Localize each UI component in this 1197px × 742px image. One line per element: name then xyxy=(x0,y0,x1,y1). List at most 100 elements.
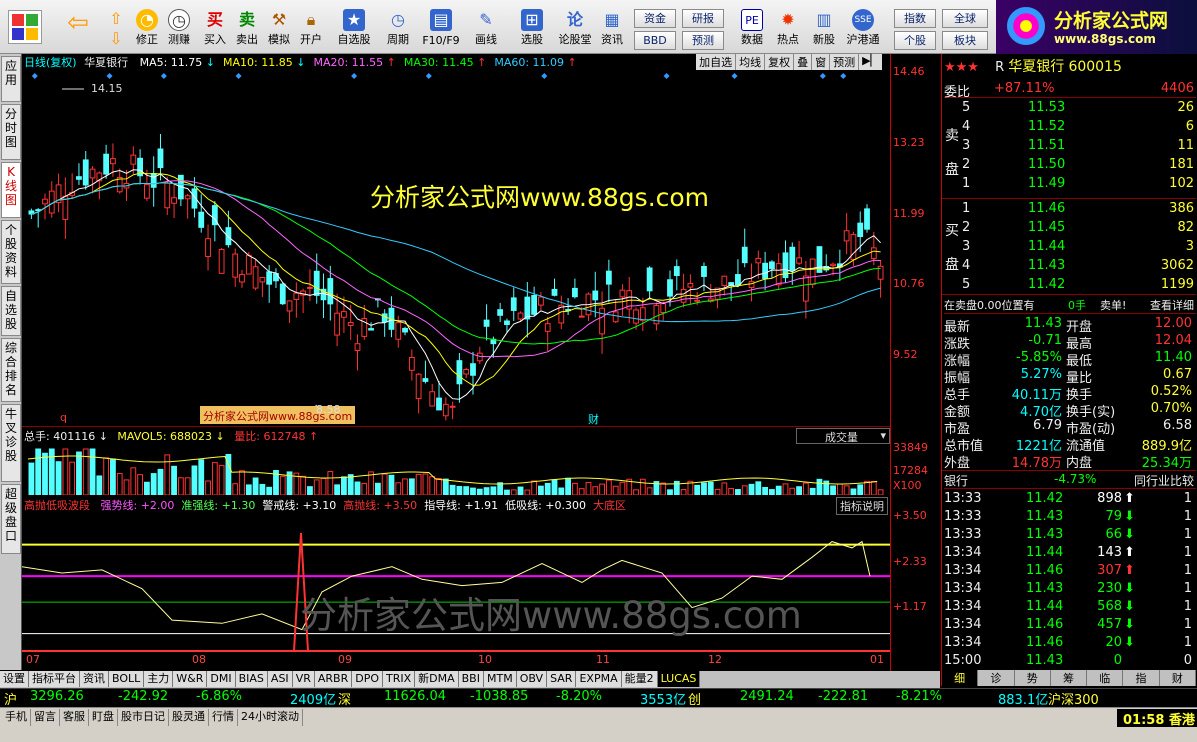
indicator-tab[interactable]: 指标平台 xyxy=(29,671,80,687)
sell-button[interactable]: 卖卖出 xyxy=(232,4,262,50)
candle-body xyxy=(110,158,116,165)
indicator-tab[interactable]: SAR xyxy=(547,671,577,687)
indicator-tab[interactable]: BIAS xyxy=(235,671,268,687)
bbd-button[interactable]: BBD xyxy=(634,31,676,50)
buy-level[interactable]: 3 11.44 3 xyxy=(962,239,1194,256)
volume-bar xyxy=(809,487,816,495)
forecast-button[interactable]: 预测 xyxy=(682,31,724,50)
hk-connect-button[interactable]: SSE 沪港通 xyxy=(842,4,884,50)
indicator-tab[interactable]: DMI xyxy=(207,671,236,687)
draw-line-button[interactable]: ✎ 画线 xyxy=(466,4,506,50)
indicator-tab[interactable]: W&R xyxy=(173,671,208,687)
world-button[interactable]: 全球 xyxy=(942,9,988,28)
info-button[interactable]: ▦ 资讯 xyxy=(596,4,628,50)
kline-button-0[interactable]: 加自选 xyxy=(696,54,737,70)
up-button[interactable]: ⇧ xyxy=(104,8,128,28)
app-grid-icon[interactable] xyxy=(8,10,42,44)
indicator-tab[interactable]: 主力 xyxy=(144,671,174,687)
f10-button[interactable]: ▤ F10/F9 xyxy=(420,4,462,50)
bottom-tab[interactable]: 股灵通 xyxy=(169,709,209,726)
period-button[interactable]: ◷ 周期 xyxy=(378,4,418,50)
research-button[interactable]: 研报 xyxy=(682,9,724,28)
indicator-tab[interactable]: VR xyxy=(292,671,315,687)
buy-level[interactable]: 5 11.42 1199 xyxy=(962,277,1194,294)
simulate-button[interactable]: ⚒ 模拟 xyxy=(264,4,294,50)
buy-button[interactable]: 买买入 xyxy=(200,4,230,50)
volume-selector[interactable]: 成交量 ▾ xyxy=(796,428,890,444)
left-tab-7[interactable]: 超级盘口 xyxy=(1,484,21,554)
quote-tab[interactable]: 财 xyxy=(1160,670,1196,686)
stock-button[interactable]: 个股 xyxy=(894,31,936,50)
indicator-tab[interactable]: 新DMA xyxy=(415,671,459,687)
menu-arrow-icon[interactable]: ▶▏ xyxy=(859,54,882,70)
bottom-tab[interactable]: 客服 xyxy=(60,709,89,726)
quote-tab[interactable]: 诊 xyxy=(978,670,1015,686)
indicator-tab[interactable]: BOLL xyxy=(109,671,145,687)
quote-tab[interactable]: 筹 xyxy=(1051,670,1088,686)
indicator-tab[interactable]: EXPMA xyxy=(576,671,622,687)
sell-level[interactable]: 3 11.51 11 xyxy=(962,138,1194,155)
down-button[interactable]: ⇩ xyxy=(104,28,128,48)
bottom-tab[interactable]: 盯盘 xyxy=(89,709,118,726)
sell-level[interactable]: 1 11.49 102 xyxy=(962,176,1194,193)
peer-compare-link[interactable]: 同行业比较 xyxy=(1134,472,1194,489)
indicator-tab[interactable]: LUCAS xyxy=(657,671,701,687)
kline-button-5[interactable]: 预测 xyxy=(830,54,860,70)
forum-button[interactable]: 论论股堂 xyxy=(556,4,594,50)
indicator-tab[interactable]: ASI xyxy=(267,671,293,687)
sell-level[interactable]: 2 11.50 181 xyxy=(962,157,1194,174)
bottom-tab[interactable]: 行情 xyxy=(209,709,238,726)
hot-button[interactable]: ✹ 热点 xyxy=(772,4,804,50)
sector-button[interactable]: 板块 xyxy=(942,31,988,50)
buy-level[interactable]: 1 11.46 386 xyxy=(962,201,1194,218)
left-tab-0[interactable]: 应用 xyxy=(1,56,21,102)
new-stock-button[interactable]: ▥ 新股 xyxy=(808,4,840,50)
left-tab-1[interactable]: 分时图 xyxy=(1,104,21,160)
stock-select-button[interactable]: ⊞ 选股 xyxy=(512,4,552,50)
candlestick-chart[interactable] xyxy=(22,72,890,427)
left-tab-3[interactable]: 个股资料 xyxy=(1,220,21,284)
indicator-tab[interactable]: OBV xyxy=(516,671,548,687)
left-tab-6[interactable]: 牛叉诊股 xyxy=(1,404,21,482)
quote-tab[interactable]: 临 xyxy=(1087,670,1124,686)
quote-tab[interactable]: 势 xyxy=(1015,670,1051,686)
open-account-button[interactable]: 🔒︎ 开户 xyxy=(296,4,326,50)
indicator-tab[interactable]: 能量2 xyxy=(621,671,658,687)
fund-button[interactable]: 资金 xyxy=(634,9,676,28)
quote-tab[interactable]: 指 xyxy=(1123,670,1160,686)
volume-chart[interactable] xyxy=(22,445,890,495)
indicator-tab[interactable]: 设置 xyxy=(0,671,29,687)
finance-mark[interactable]: 财 xyxy=(588,411,599,427)
data-button[interactable]: PE 数据 xyxy=(736,4,768,50)
view-detail-link[interactable]: 查看详细 xyxy=(1150,297,1194,313)
left-tab-4[interactable]: 自选股 xyxy=(1,286,21,336)
quote-tab[interactable]: 细 xyxy=(942,670,979,686)
bottom-tab[interactable]: 股市日记 xyxy=(118,709,169,726)
indicator-tab[interactable]: DPO xyxy=(352,671,383,687)
candle-body xyxy=(164,182,171,209)
bottom-tab[interactable]: 留言 xyxy=(31,709,60,726)
kline-button-4[interactable]: 窗 xyxy=(812,54,831,70)
indicator-tab[interactable]: BBI xyxy=(458,671,484,687)
bottom-tab[interactable]: 24小时滚动 xyxy=(238,709,303,726)
kline-button-2[interactable]: 复权 xyxy=(765,54,795,70)
indicator-tab[interactable]: ARBR xyxy=(314,671,353,687)
candle-body xyxy=(422,378,429,382)
sell-level[interactable]: 5 11.53 26 xyxy=(962,100,1194,117)
indicator-tab[interactable]: 资讯 xyxy=(80,671,109,687)
index-button[interactable]: 指数 xyxy=(894,9,936,28)
indicator-tab[interactable]: MTM xyxy=(483,671,517,687)
sell-level[interactable]: 4 11.52 6 xyxy=(962,119,1194,136)
back-button[interactable]: ⇦ xyxy=(60,4,96,50)
buy-level[interactable]: 2 11.45 82 xyxy=(962,220,1194,237)
buy-level[interactable]: 4 11.43 3062 xyxy=(962,258,1194,275)
predict-button[interactable]: ◷ 测赚 xyxy=(164,4,194,50)
indicator-tab[interactable]: TRIX xyxy=(382,671,416,687)
fix-button[interactable]: ◔ 修正 xyxy=(132,4,162,50)
kline-button-3[interactable]: 叠 xyxy=(794,54,813,70)
left-tab-2[interactable]: K线图 xyxy=(1,162,21,218)
watchlist-button[interactable]: ★ 自选股 xyxy=(334,4,374,50)
kline-button-1[interactable]: 均线 xyxy=(736,54,766,70)
bottom-tab[interactable]: 手机 xyxy=(2,709,31,726)
left-tab-5[interactable]: 综合排名 xyxy=(1,338,21,402)
